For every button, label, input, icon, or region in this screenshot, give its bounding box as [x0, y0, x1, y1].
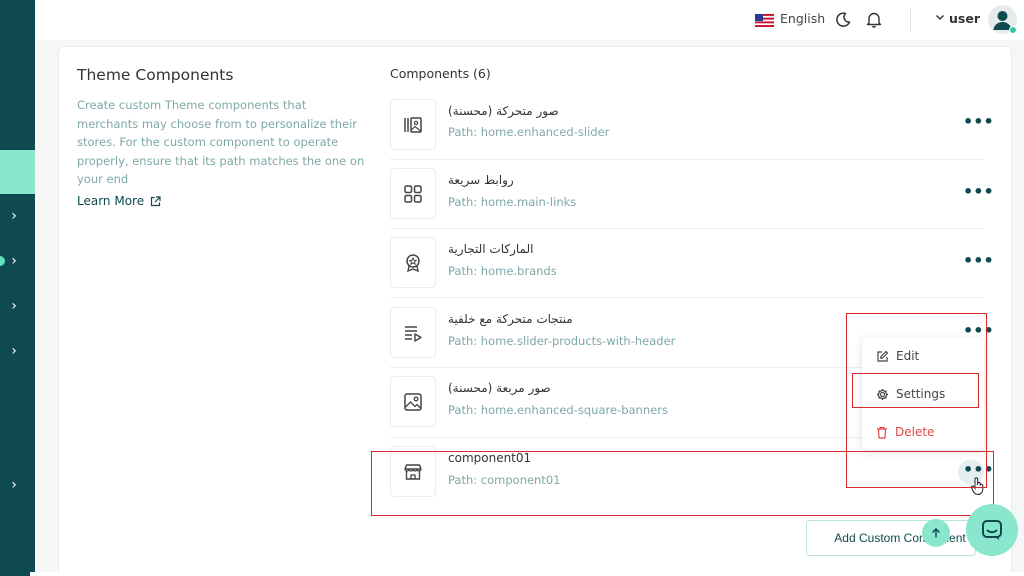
more-options-icon[interactable]: ••• — [963, 462, 994, 478]
gear-icon — [877, 388, 888, 400]
component-path: Path: home.enhanced-square-banners — [448, 403, 668, 417]
component-name: صور مربعة (محسنة) — [448, 381, 551, 395]
online-status-dot — [1009, 26, 1017, 34]
more-options-icon[interactable]: ••• — [963, 253, 994, 269]
hand-cursor-icon — [970, 477, 984, 496]
topbar-divider — [910, 8, 911, 32]
external-link-icon — [151, 195, 161, 206]
language-selector[interactable]: English — [780, 11, 825, 26]
component-path: Path: home.slider-products-with-header — [448, 334, 676, 348]
menu-item-edit-label: Edit — [896, 349, 920, 363]
component-path: Path: home.brands — [448, 264, 557, 278]
component-icon-box — [390, 307, 436, 358]
sidebar-active-item[interactable] — [0, 150, 35, 194]
row-divider — [390, 228, 984, 229]
component-icon-box — [390, 446, 436, 497]
bell-icon[interactable] — [866, 11, 882, 28]
component-path: Path: home.main-links — [448, 195, 577, 209]
menu-item-delete[interactable]: Delete — [876, 425, 934, 439]
component-icon-box — [390, 237, 436, 288]
badge-icon — [406, 253, 420, 272]
row-divider — [390, 159, 984, 160]
learn-more-link[interactable]: Learn More — [77, 194, 161, 208]
menu-item-delete-label: Delete — [895, 425, 935, 439]
image-icon — [404, 392, 422, 411]
more-options-icon[interactable]: ••• — [963, 184, 994, 200]
section-description: Create custom Theme components that merc… — [77, 98, 365, 186]
chevron-down-icon[interactable] — [935, 12, 945, 22]
store-icon — [404, 463, 422, 480]
components-heading: Components (6) — [390, 66, 491, 81]
component-icon-box — [390, 376, 436, 427]
component-icon-box — [390, 168, 436, 219]
playlist-icon — [405, 325, 422, 342]
component-path: Path: component01 — [448, 473, 561, 487]
gallery-icon — [404, 116, 422, 133]
component-path: Path: home.enhanced-slider — [448, 125, 610, 139]
sidebar-chevron-right-icon[interactable]: › — [7, 209, 21, 223]
trash-icon — [877, 426, 887, 439]
component-icon-box — [390, 99, 436, 150]
more-options-icon[interactable]: ••• — [963, 323, 994, 339]
add-custom-component-button[interactable]: Add Custom Component — [806, 520, 976, 556]
scroll-top-button[interactable] — [922, 519, 950, 547]
page-title: Theme Components — [77, 66, 234, 84]
menu-item-settings[interactable]: Settings — [876, 387, 945, 401]
edit-icon — [877, 350, 889, 362]
us-flag-icon[interactable] — [755, 14, 774, 27]
more-options-icon[interactable]: ••• — [963, 114, 994, 130]
component-name: منتجات متحركة مع خلفية — [448, 312, 573, 326]
sidebar-chevron-right-icon[interactable]: › — [7, 299, 21, 313]
moon-icon[interactable] — [835, 12, 851, 28]
sidebar-chevron-right-icon[interactable]: › — [7, 344, 21, 358]
component-name: component01 — [448, 451, 532, 465]
arrow-up-icon — [931, 527, 941, 538]
sidebar-chevron-right-icon[interactable]: › — [7, 478, 21, 492]
chat-button[interactable] — [966, 504, 1018, 556]
grid-icon — [404, 184, 422, 203]
component-name: روابط سريعة — [448, 173, 514, 187]
menu-item-edit[interactable]: Edit — [876, 349, 919, 363]
sidebar-chevron-right-icon[interactable]: › — [7, 254, 21, 268]
component-name: الماركات التجارية — [448, 242, 534, 256]
bottom-edge — [30, 572, 1024, 576]
user-menu[interactable]: user — [949, 11, 980, 26]
learn-more-label: Learn More — [77, 194, 145, 208]
component-options-menu: Edit Settings Delete — [862, 338, 984, 450]
menu-item-settings-label: Settings — [896, 387, 946, 401]
chat-icon — [982, 520, 1002, 540]
row-divider — [390, 297, 984, 298]
component-name: صور متحركة (محسنة) — [448, 104, 559, 118]
